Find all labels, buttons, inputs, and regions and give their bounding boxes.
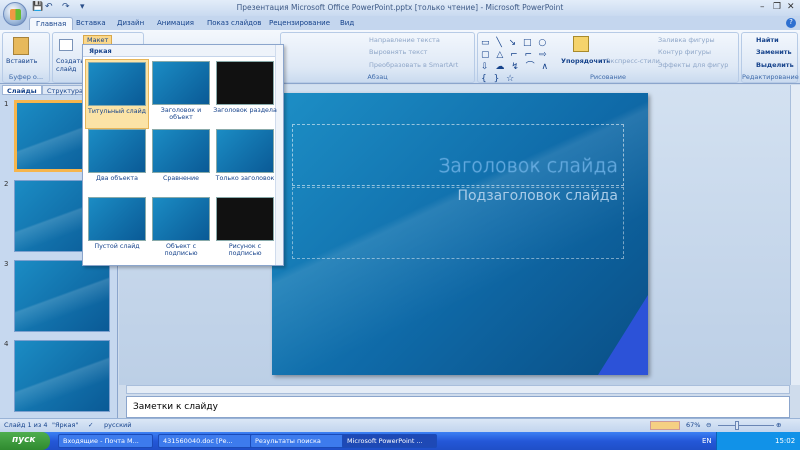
view-buttons[interactable] bbox=[650, 421, 680, 430]
new-slide-icon bbox=[59, 39, 73, 51]
align-text-button[interactable]: Выровнять текст bbox=[369, 48, 427, 56]
group-drawing: ▭ ╲ ↘ □ ○ ▢ △ ⌐ ⌐ ⇨ ⇩ ☁ ↯ ⌒ ∧ { } ☆ Упор… bbox=[477, 32, 739, 84]
paste-button[interactable]: Вставить bbox=[6, 57, 37, 65]
shape-outline-button[interactable]: Контур фигуры bbox=[658, 48, 711, 56]
tab-view[interactable]: Вид bbox=[334, 17, 360, 30]
layout-title-slide[interactable]: Титульный слайд bbox=[85, 59, 149, 129]
gallery-theme-header: Яркая bbox=[83, 45, 283, 57]
layout-label: Два объекта bbox=[96, 175, 138, 182]
theme-name: "Яркая" bbox=[52, 421, 79, 429]
redo-icon[interactable]: ↷ bbox=[62, 2, 72, 12]
smartart-button[interactable]: Преобразовать в SmartArt bbox=[369, 61, 458, 69]
layout-title-only[interactable]: Только заголовок bbox=[213, 127, 277, 197]
start-button[interactable]: пуск bbox=[0, 432, 50, 450]
layout-label: Сравнение bbox=[162, 175, 200, 182]
slide-number: 2 bbox=[4, 180, 9, 188]
editing-label: Редактирование bbox=[742, 73, 799, 81]
clipboard-label: Буфер о... bbox=[8, 73, 44, 81]
select-button[interactable]: Выделить bbox=[756, 61, 794, 69]
layout-picture-caption[interactable]: Рисунок с подписью bbox=[213, 195, 277, 265]
vertical-scrollbar[interactable] bbox=[790, 85, 800, 385]
layout-label: Объект с подписью bbox=[164, 243, 198, 257]
new-slide-button[interactable]: Создать слайд bbox=[56, 57, 84, 73]
zoom-level[interactable]: 67% bbox=[686, 421, 700, 429]
drawing-label: Рисование bbox=[590, 73, 626, 81]
layout-two-content[interactable]: Два объекта bbox=[85, 127, 149, 197]
office-button[interactable] bbox=[3, 2, 27, 26]
replace-button[interactable]: Заменить bbox=[756, 48, 792, 56]
minimize-button[interactable]: – bbox=[760, 2, 765, 12]
tab-design[interactable]: Дизайн bbox=[111, 17, 150, 30]
slide-number: 4 bbox=[4, 340, 9, 348]
taskbar-item[interactable]: Microsoft PowerPoint ... bbox=[342, 434, 437, 448]
window-title: Презентация Microsoft Office PowerPoint.… bbox=[236, 3, 564, 12]
tab-home[interactable]: Главная bbox=[29, 17, 74, 30]
horizontal-scrollbar[interactable] bbox=[126, 385, 790, 394]
group-editing: Найти Заменить Выделить Редактирование bbox=[741, 32, 799, 83]
slide-number: 1 bbox=[4, 100, 9, 108]
arrange-icon bbox=[573, 36, 589, 52]
close-button[interactable]: ✕ bbox=[787, 2, 795, 12]
tab-slides[interactable]: Слайды bbox=[2, 85, 42, 95]
group-paragraph: Направление текста Выровнять текст Преоб… bbox=[280, 32, 475, 83]
shape-effects-button[interactable]: Эффекты для фигур bbox=[658, 61, 728, 69]
arrange-button[interactable]: Упорядочить bbox=[561, 57, 610, 65]
slide-counter: Слайд 1 из 4 bbox=[4, 421, 48, 429]
slide-title[interactable]: Заголовок слайда bbox=[438, 155, 618, 177]
tab-slideshow[interactable]: Показ слайдов bbox=[201, 17, 267, 30]
layout-content-caption[interactable]: Объект с подписью bbox=[149, 195, 213, 265]
text-direction-button[interactable]: Направление текста bbox=[369, 36, 440, 44]
slide-thumbnail[interactable] bbox=[14, 340, 110, 412]
zoom-in-button[interactable]: ⊕ bbox=[776, 421, 781, 429]
layout-blank[interactable]: Пустой слайд bbox=[85, 195, 149, 265]
corner-decoration bbox=[598, 295, 648, 375]
taskbar-item[interactable]: Результаты поиска bbox=[250, 434, 345, 448]
group-clipboard: Вставить Буфер о... bbox=[2, 32, 50, 83]
notes-field[interactable]: Заметки к слайду bbox=[126, 396, 790, 418]
layout-label: Заголовок раздела bbox=[213, 107, 277, 114]
zoom-out-button[interactable]: ⊖ bbox=[706, 421, 711, 429]
clock: 15:02 bbox=[775, 437, 796, 445]
office-logo-icon bbox=[10, 9, 21, 20]
taskbar-item[interactable]: Входящие - Почта М... bbox=[58, 434, 153, 448]
restore-button[interactable]: ❐ bbox=[773, 2, 781, 12]
undo-icon[interactable]: ↶ bbox=[45, 2, 55, 12]
layout-label: Титульный слайд bbox=[87, 108, 147, 115]
tab-animation[interactable]: Анимация bbox=[151, 17, 200, 30]
layout-gallery: Яркая Титульный слайд Заголовок и объект… bbox=[82, 44, 284, 266]
find-button[interactable]: Найти bbox=[756, 36, 779, 44]
slide-thumbnail[interactable] bbox=[14, 260, 110, 332]
layout-label: Только заголовок bbox=[215, 175, 275, 182]
tab-insert[interactable]: Вставка bbox=[70, 17, 112, 30]
save-icon[interactable]: 💾 bbox=[32, 2, 43, 12]
layout-label: Заголовок и объект bbox=[160, 107, 202, 121]
paragraph-label: Абзац bbox=[367, 73, 388, 81]
layout-comparison[interactable]: Сравнение bbox=[149, 127, 213, 197]
taskbar-item[interactable]: 431560040.doc [Ре... bbox=[158, 434, 253, 448]
language[interactable]: русский bbox=[104, 421, 132, 429]
shape-fill-button[interactable]: Заливка фигуры bbox=[658, 36, 715, 44]
help-button[interactable]: ? bbox=[786, 18, 796, 28]
slide-subtitle[interactable]: Подзаголовок слайда bbox=[457, 188, 618, 204]
zoom-slider[interactable] bbox=[718, 425, 774, 426]
layout-title-content[interactable]: Заголовок и объект bbox=[149, 59, 213, 129]
layout-label: Рисунок с подписью bbox=[228, 243, 262, 257]
layout-label: Пустой слайд bbox=[94, 243, 140, 250]
quick-styles-button[interactable]: Экспресс-стили bbox=[606, 57, 660, 65]
zoom-slider-thumb[interactable] bbox=[735, 421, 739, 430]
layout-section-header[interactable]: Заголовок раздела bbox=[213, 59, 277, 129]
language-indicator[interactable]: EN bbox=[702, 437, 712, 445]
spellcheck-icon[interactable]: ✓ bbox=[88, 421, 93, 429]
customize-qat-icon[interactable]: ▾ bbox=[80, 2, 90, 12]
paste-icon bbox=[13, 37, 29, 55]
tab-review[interactable]: Рецензирование bbox=[263, 17, 336, 30]
slide-number: 3 bbox=[4, 260, 9, 268]
